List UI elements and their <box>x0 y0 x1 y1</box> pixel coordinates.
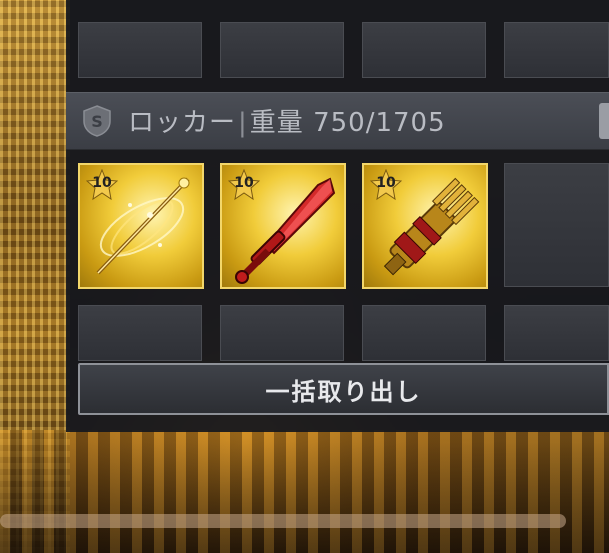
item-slot-crimson-sword[interactable]: 10 <box>220 163 346 289</box>
empty-slot[interactable] <box>362 305 486 361</box>
background-floor <box>0 430 609 553</box>
item-level: 10 <box>234 175 254 191</box>
weight-label: 重量 <box>249 108 304 138</box>
item-slot-golden-gatling-gun[interactable]: 10 <box>362 163 488 289</box>
side-tab-handle[interactable] <box>599 103 609 139</box>
weight-value: 750/1705 <box>313 108 446 138</box>
locker-panel: S ロッカー|重量 750/1705 10 10 10 一括取り出し <box>66 0 609 432</box>
separator: | <box>238 108 248 138</box>
empty-slot[interactable] <box>78 22 202 78</box>
horizontal-scrollbar[interactable] <box>0 514 566 528</box>
empty-slot[interactable] <box>220 305 344 361</box>
empty-slot[interactable] <box>504 22 609 78</box>
locker-name: ロッカー <box>128 108 237 138</box>
empty-slot[interactable] <box>504 305 609 361</box>
svg-text:S: S <box>91 112 103 131</box>
take-all-button[interactable]: 一括取り出し <box>78 363 609 415</box>
empty-slot[interactable] <box>504 163 609 287</box>
take-all-label: 一括取り出し <box>265 377 422 406</box>
item-slot-golden-staff[interactable]: 10 <box>78 163 204 289</box>
locker-title: ロッカー|重量 750/1705 <box>128 102 446 139</box>
locker-header: S ロッカー|重量 750/1705 <box>66 92 609 150</box>
empty-slot[interactable] <box>78 305 202 361</box>
item-level: 10 <box>92 175 112 191</box>
shield-icon: S <box>83 105 111 137</box>
empty-slot[interactable] <box>362 22 486 78</box>
item-level: 10 <box>376 175 396 191</box>
empty-slot[interactable] <box>220 22 344 78</box>
